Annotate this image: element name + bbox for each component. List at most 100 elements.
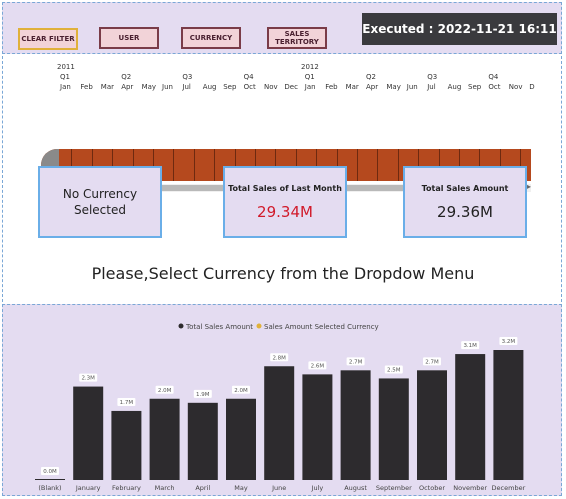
no-currency-card: No Currency Selected [38,166,162,238]
timeline-month[interactable]: Sep [468,83,481,91]
timeline-month[interactable]: Apr [366,83,378,91]
data-label: 2.7M [349,359,363,365]
timeline-cell-divider [377,149,379,181]
scroll-right-icon[interactable]: ▸ [527,182,531,191]
timeline-month[interactable]: Nov [509,83,523,91]
x-tick-label: September [376,484,412,492]
timeline-cell-divider [193,149,195,181]
chart-bar[interactable] [493,350,524,480]
timeline-month[interactable]: D [529,83,534,91]
data-label: 0.0M [43,469,57,475]
last-month-value: 29.34M [257,202,313,221]
data-label: 2.0M [234,388,248,394]
timeline-quarter[interactable]: Q2 [366,73,376,81]
x-tick-label: December [492,484,526,492]
data-label: 2.0M [158,388,172,394]
last-month-sales-card: Total Sales of Last Month 29.34M [223,166,347,238]
timeline-month[interactable]: Feb [325,83,337,91]
no-currency-line2: Selected [73,203,126,217]
x-tick-label: February [112,484,141,492]
chart-bar[interactable] [302,374,333,480]
data-label: 2.5M [387,367,401,373]
x-tick-label: March [155,484,175,492]
legend-selected-currency: Sales Amount Selected Currency [264,323,379,331]
x-tick-label: June [271,484,286,492]
data-label: 3.2M [502,339,516,345]
sales-territory-button[interactable]: SALES TERRITORY [267,27,327,49]
chart-bar[interactable] [455,354,486,480]
timeline-month[interactable]: Nov [264,83,278,91]
timeline-month[interactable]: Jan [305,83,316,91]
chart-bar[interactable] [417,370,447,480]
timeline-cell-divider [214,149,216,181]
timeline-month[interactable]: Sep [223,83,236,91]
timeline-month[interactable]: Jul [182,83,190,91]
timeline-month[interactable]: Jan [60,83,71,91]
data-label: 2.6M [311,363,325,369]
x-tick-label: August [344,484,367,492]
data-label: 2.8M [272,355,286,361]
timeline-year-2012: 2012 [301,63,319,71]
timeline-quarter[interactable]: Q3 [182,73,192,81]
clear-filter-button[interactable]: CLEAR FILTER [18,28,78,50]
chart-bar[interactable] [264,366,295,480]
chart-bar[interactable] [340,370,371,480]
chart-bar[interactable] [111,410,142,480]
timeline-quarter[interactable]: Q2 [121,73,131,81]
timeline-cell-divider [357,149,358,181]
legend-dot-selected [256,323,262,329]
x-tick-label: January [75,484,101,492]
x-tick-label: November [453,484,487,492]
timeline-month[interactable]: Dec [284,83,298,91]
x-tick-label: April [195,484,210,492]
timeline-month[interactable]: May [142,83,156,91]
chart-bar[interactable] [35,479,65,480]
total-sales-title: Total Sales Amount [421,183,509,193]
timeline-quarter[interactable]: Q4 [244,73,254,81]
legend-dot-total [178,323,184,329]
timeline-month[interactable]: Oct [244,83,256,91]
x-tick-label: May [234,484,248,492]
chart-bar[interactable] [73,386,104,480]
chart-bars: 0.0M (Blank) 2.3M January 1.7M February 2.0M Ma… [35,337,526,492]
total-sales-card: Total Sales Amount 29.36M [403,166,527,238]
last-month-title: Total Sales of Last Month [228,183,342,193]
timeline-month[interactable]: Jun [407,83,418,91]
chart-bar[interactable] [149,398,180,480]
timeline-month[interactable]: Aug [203,83,217,91]
no-currency-line1: No Currency [62,187,138,201]
timeline-month[interactable]: Aug [448,83,462,91]
x-tick-label: October [419,484,445,492]
user-button[interactable]: USER [99,27,159,49]
timeline-month[interactable]: Jul [427,83,435,91]
monthly-sales-chart: Total Sales Amount Sales Amount Selected… [2,304,562,496]
timeline-quarter[interactable]: Q1 [305,73,315,81]
chart-svg: Total Sales Amount Sales Amount Selected… [35,323,526,492]
data-label: 3.1M [463,343,477,349]
timeline-year-2011: 2011 [57,63,75,71]
chart-bar[interactable] [187,402,218,480]
timeline-month[interactable]: Jun [162,83,173,91]
timeline-month[interactable]: May [386,83,400,91]
currency-button[interactable]: CURRENCY [181,27,241,49]
timeline-month[interactable]: Oct [488,83,500,91]
timeline-month[interactable]: Feb [80,83,92,91]
timeline-month[interactable]: Mar [346,83,359,91]
timeline-month[interactable]: Apr [121,83,133,91]
timeline-cell-divider [397,149,399,181]
legend-total-sales: Total Sales Amount [185,323,253,331]
timeline-quarter[interactable]: Q4 [488,73,498,81]
total-sales-value: 29.36M [437,202,493,221]
chart-bar[interactable] [378,378,409,480]
x-tick-label: (Blank) [38,484,61,492]
x-tick-label: July [311,484,324,492]
timeline-month[interactable]: Mar [101,83,114,91]
data-label: 2.7M [425,359,439,365]
data-label: 2.3M [81,376,95,382]
timeline-quarter[interactable]: Q3 [427,73,437,81]
chart-bar[interactable] [226,398,256,480]
executed-timestamp: Executed : 2022-11-21 16:11 [362,13,557,45]
timeline-quarter[interactable]: Q1 [60,73,70,81]
data-label: 1.9M [196,392,210,398]
data-label: 1.7M [120,400,134,406]
